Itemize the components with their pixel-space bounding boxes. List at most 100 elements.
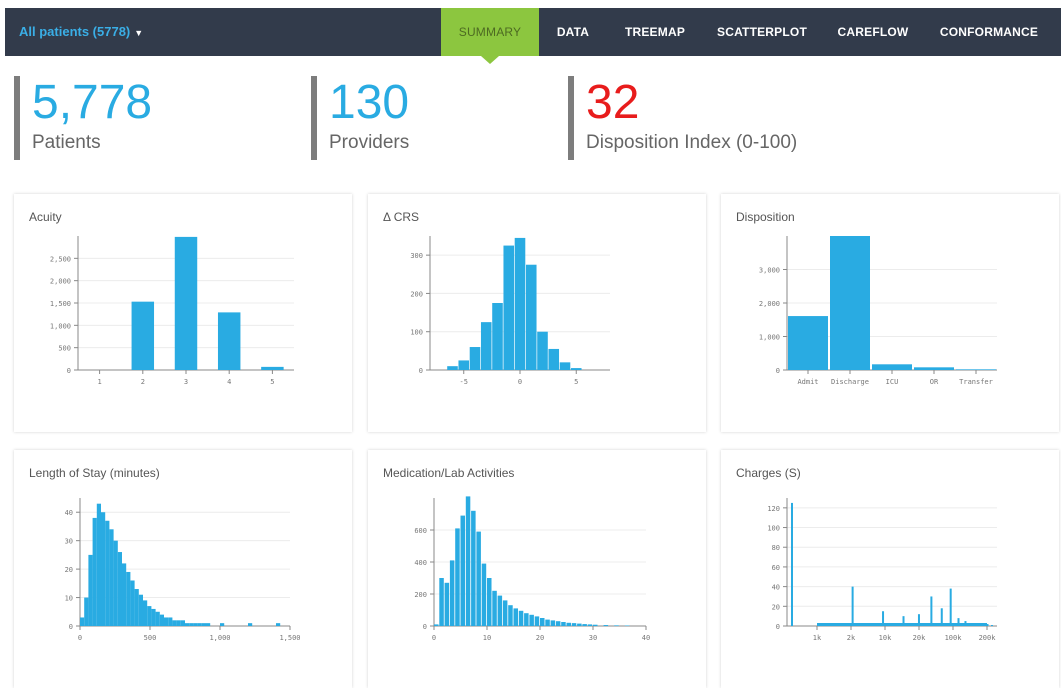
bar bbox=[447, 366, 458, 370]
bar bbox=[118, 552, 122, 626]
x-tick-label: 10k bbox=[879, 634, 892, 642]
y-tick-label: 600 bbox=[414, 527, 427, 535]
bar bbox=[950, 589, 952, 626]
chart-acuity: 05001,0001,5002,0002,50012345 bbox=[14, 194, 352, 432]
tab-treemap-label: TREEMAP bbox=[625, 25, 685, 39]
y-tick-label: 300 bbox=[410, 252, 423, 260]
bar bbox=[202, 623, 206, 626]
bar bbox=[160, 615, 164, 626]
kpi-providers: 130 Providers bbox=[311, 76, 409, 160]
x-tick-label: 2k bbox=[847, 634, 856, 642]
tab-data[interactable]: DATA bbox=[543, 8, 603, 56]
bar bbox=[139, 595, 143, 626]
bar bbox=[101, 512, 105, 626]
chart-card-disposition: Disposition 01,0002,0003,000AdmitDischar… bbox=[721, 194, 1059, 432]
y-tick-label: 40 bbox=[65, 509, 73, 517]
bar bbox=[498, 596, 503, 626]
y-tick-label: 1,000 bbox=[50, 322, 71, 330]
bar bbox=[535, 616, 540, 626]
tab-careflow[interactable]: CAREFLOW bbox=[825, 8, 921, 56]
x-tick-label: 500 bbox=[144, 634, 157, 642]
kpi-providers-value: 130 bbox=[329, 76, 409, 130]
bar bbox=[514, 608, 519, 626]
tab-treemap[interactable]: TREEMAP bbox=[611, 8, 699, 56]
y-tick-label: 0 bbox=[69, 623, 73, 631]
y-tick-label: 20 bbox=[772, 603, 780, 611]
tab-conformance-label: CONFORMANCE bbox=[940, 25, 1038, 39]
bar bbox=[470, 347, 481, 370]
tab-scatterplot[interactable]: SCATTERPLOT bbox=[711, 8, 813, 56]
bar bbox=[276, 623, 280, 626]
bar bbox=[551, 620, 556, 626]
tab-summary[interactable]: SUMMARY bbox=[441, 8, 539, 56]
x-tick-label: 2 bbox=[141, 378, 145, 386]
bar bbox=[487, 578, 492, 626]
bar bbox=[218, 312, 240, 370]
x-tick-label: Transfer bbox=[959, 378, 993, 386]
x-tick-label: 40 bbox=[642, 634, 650, 642]
bar bbox=[261, 367, 283, 370]
y-tick-label: 10 bbox=[65, 595, 73, 603]
y-tick-label: 200 bbox=[414, 591, 427, 599]
bar bbox=[830, 236, 870, 370]
bar bbox=[852, 587, 854, 626]
bar bbox=[515, 238, 526, 370]
bar bbox=[105, 521, 109, 626]
bar bbox=[156, 612, 160, 626]
y-tick-label: 30 bbox=[65, 538, 73, 546]
x-tick-label: 20 bbox=[536, 634, 544, 642]
x-tick-label: 0 bbox=[78, 634, 82, 642]
bar bbox=[537, 332, 548, 370]
bar bbox=[540, 618, 545, 626]
kpi-patients: 5,778 Patients bbox=[14, 76, 152, 160]
y-tick-label: 400 bbox=[414, 559, 427, 567]
x-tick-label: 4 bbox=[227, 378, 231, 386]
y-tick-label: 1,500 bbox=[50, 300, 71, 308]
x-tick-label: Admit bbox=[797, 378, 818, 386]
bar bbox=[84, 598, 88, 626]
x-tick-label: 10 bbox=[483, 634, 491, 642]
x-tick-label: 100k bbox=[945, 634, 963, 642]
bar bbox=[991, 625, 993, 626]
bar bbox=[143, 600, 147, 626]
bar bbox=[582, 624, 587, 626]
chart-card-medication-lab: Medication/Lab Activities 02004006000102… bbox=[368, 450, 706, 688]
bar bbox=[130, 580, 134, 626]
bar bbox=[545, 620, 550, 626]
cohort-label: All patients (5778) bbox=[19, 24, 130, 39]
kpi-disposition-index-label: Disposition Index (0-100) bbox=[586, 132, 797, 154]
bar bbox=[206, 623, 210, 626]
bar bbox=[872, 364, 912, 370]
bar bbox=[434, 624, 439, 626]
bar bbox=[151, 609, 155, 626]
y-tick-label: 0 bbox=[67, 367, 71, 375]
chart-length-of-stay: 01020304005001,0001,500 bbox=[14, 450, 352, 673]
bar bbox=[135, 589, 139, 626]
bar bbox=[132, 302, 154, 370]
tab-data-label: DATA bbox=[557, 25, 589, 39]
bar bbox=[817, 623, 987, 626]
bar bbox=[458, 360, 469, 370]
bar bbox=[114, 541, 118, 626]
caret-down-icon: ▼ bbox=[134, 28, 143, 38]
tab-scatterplot-label: SCATTERPLOT bbox=[717, 25, 807, 39]
bar bbox=[556, 621, 561, 626]
y-tick-label: 80 bbox=[772, 544, 780, 552]
chart-disposition: 01,0002,0003,000AdmitDischargeICUORTrans… bbox=[721, 194, 1059, 432]
bar bbox=[455, 528, 460, 626]
tab-conformance[interactable]: CONFORMANCE bbox=[933, 8, 1045, 56]
bar bbox=[572, 623, 577, 626]
tab-careflow-label: CAREFLOW bbox=[838, 25, 909, 39]
y-tick-label: 3,000 bbox=[759, 267, 780, 275]
bar bbox=[482, 564, 487, 626]
x-tick-label: 0 bbox=[432, 634, 436, 642]
bar bbox=[956, 369, 996, 370]
bar bbox=[181, 620, 185, 626]
y-tick-label: 0 bbox=[423, 623, 427, 631]
y-tick-label: 100 bbox=[410, 329, 423, 337]
bar bbox=[503, 246, 514, 370]
x-tick-label: 200k bbox=[979, 634, 997, 642]
bar bbox=[147, 606, 151, 626]
cohort-selector[interactable]: All patients (5778) ▼ bbox=[19, 8, 143, 56]
bar bbox=[548, 349, 559, 370]
